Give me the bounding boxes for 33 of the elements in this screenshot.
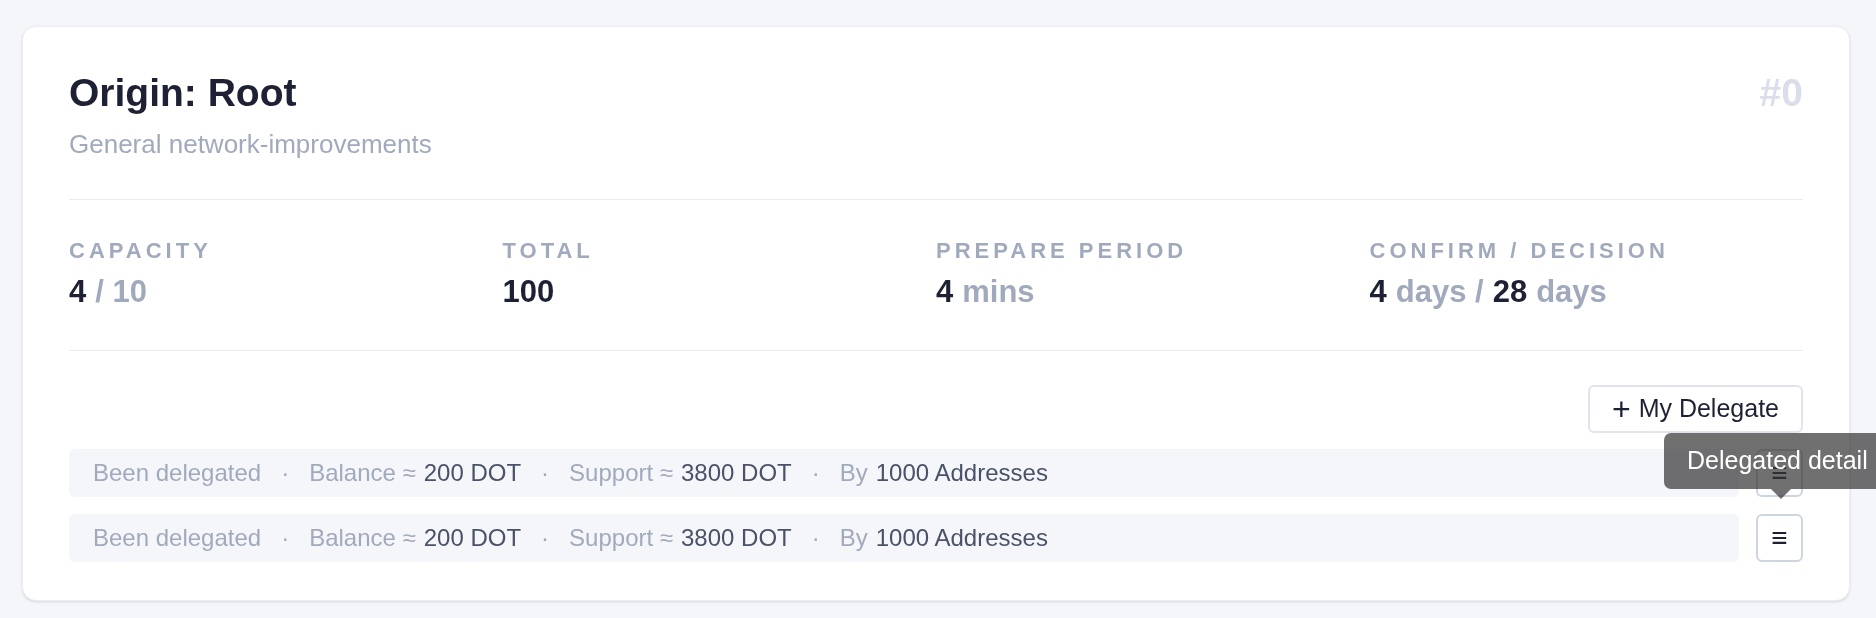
separator-dot: · xyxy=(811,523,820,553)
delegation-label: By xyxy=(839,458,868,488)
stat-label: PREPARE PERIOD xyxy=(936,237,1189,265)
card-title: Origin: Root xyxy=(69,70,298,116)
stat-label: CAPACITY xyxy=(69,237,213,265)
delegation-label: Been delegated xyxy=(93,458,262,488)
delegation-value: 200 DOT xyxy=(423,458,522,488)
separator-dot: · xyxy=(281,458,290,488)
delegation-value: 3800 DOT xyxy=(681,523,792,553)
stat-value: 4 mins xyxy=(936,273,1036,311)
stat-value: 100 xyxy=(502,273,556,311)
delegation-label: Support ≈ xyxy=(569,523,673,553)
separator-dot: · xyxy=(541,458,550,488)
menu-button[interactable]: ≡ xyxy=(1756,514,1803,562)
delegation-label: Support ≈ xyxy=(569,458,673,488)
stat-label: CONFIRM / DECISION xyxy=(1369,237,1670,265)
separator-dot: · xyxy=(281,523,290,553)
stat-label: TOTAL xyxy=(502,237,595,265)
my-delegate-button[interactable]: + My Delegate xyxy=(1587,385,1803,433)
delegation-label: Balance ≈ xyxy=(309,458,416,488)
stat-value: 4 days / 28 days xyxy=(1369,273,1608,311)
delegation-label: Balance ≈ xyxy=(309,523,416,553)
delegation-label: Been delegated xyxy=(93,523,262,553)
separator-dot: · xyxy=(541,523,550,553)
delegation-value: 1000 Addresses xyxy=(875,523,1048,553)
delegation-value: 200 DOT xyxy=(423,523,522,553)
stat-value: 4 / 10 xyxy=(69,273,148,311)
delegation-value: 3800 DOT xyxy=(681,458,792,488)
card-subtitle: General network-improvements xyxy=(69,128,432,161)
delegation-value: 1000 Addresses xyxy=(875,458,1048,488)
delegation-label: By xyxy=(839,523,868,553)
separator-dot: · xyxy=(811,458,820,488)
plus-icon: + xyxy=(1611,393,1631,425)
